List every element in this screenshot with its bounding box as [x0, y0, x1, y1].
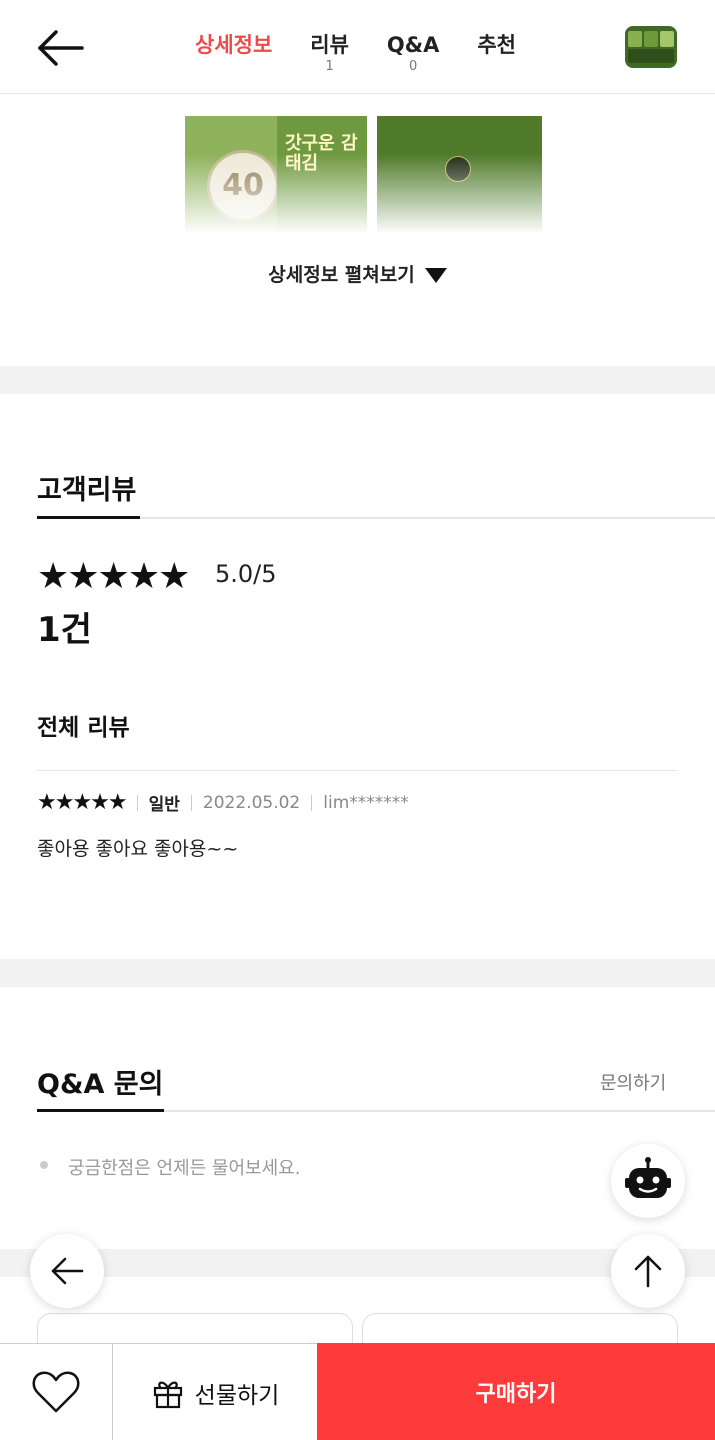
scroll-top-button[interactable]: [611, 1234, 685, 1308]
qa-title: Q&A 문의: [37, 1069, 164, 1100]
section-divider: [0, 1249, 715, 1277]
tab-label: 리뷰: [310, 33, 349, 57]
arrow-up-icon: [634, 1255, 662, 1288]
tab-qa[interactable]: Q&A 0: [387, 30, 439, 74]
tab-count: 0: [408, 59, 418, 74]
back-button[interactable]: [34, 26, 90, 70]
top-header: 상세정보 리뷰 1 Q&A 0 추천: [0, 0, 715, 94]
buy-button[interactable]: 구매하기: [317, 1343, 715, 1440]
tab-review[interactable]: 리뷰 1: [310, 30, 349, 74]
product-detail-image: 40 갓구운 감태김: [165, 94, 555, 234]
review-stars: ★★★★★: [37, 790, 128, 815]
arrow-left-icon: [51, 1257, 84, 1285]
review-divider: [37, 770, 678, 771]
triangle-down-icon: [424, 268, 447, 283]
tab-label: 상세정보: [195, 33, 273, 57]
chatbot-icon: [625, 1157, 671, 1198]
review-meta: ★★★★★ 일반 2022.05.02 lim*******: [37, 790, 409, 815]
tab-label: 추천: [477, 33, 516, 57]
history-back-button[interactable]: [30, 1234, 104, 1308]
tab-count: 1: [325, 59, 334, 74]
rating-score: 5.0/5: [215, 560, 277, 588]
heart-icon: [32, 1371, 80, 1413]
reviews-title: 고객리뷰: [37, 475, 137, 506]
expand-detail-button[interactable]: 상세정보 펼쳐보기: [0, 260, 715, 287]
wishlist-button[interactable]: [0, 1344, 113, 1440]
gift-label: 선물하기: [194, 1382, 280, 1409]
gift-button[interactable]: 선물하기: [113, 1344, 317, 1440]
section-divider: [0, 366, 715, 394]
back-arrow-icon: [38, 30, 84, 66]
chatbot-button[interactable]: [611, 1144, 685, 1218]
gift-icon: [153, 1381, 182, 1408]
review-date: 2022.05.02: [202, 792, 301, 813]
section-divider: [0, 959, 715, 987]
expand-label: 상세정보 펼쳐보기: [268, 264, 415, 286]
qa-ask-link[interactable]: 문의하기: [600, 1069, 666, 1095]
rating-stars: ★★★★★: [37, 556, 190, 597]
qa-title-underline: [37, 1109, 715, 1112]
section-tabs: 상세정보 리뷰 1 Q&A 0 추천: [195, 30, 554, 74]
bottom-action-bar: 선물하기 구매하기: [0, 1343, 715, 1440]
bullet-icon: [40, 1161, 48, 1169]
product-thumbnail[interactable]: [625, 26, 677, 68]
review-user: lim*******: [323, 792, 409, 813]
review-type: 일반: [148, 795, 180, 815]
reviews-title-underline: [37, 516, 715, 519]
review-text: 좋아용 좋아요 좋아용~~: [37, 838, 239, 860]
all-reviews-heading: 전체 리뷰: [37, 715, 130, 741]
tab-detail[interactable]: 상세정보: [195, 30, 272, 74]
qa-empty-text: 궁금한점은 언제든 물어보세요.: [68, 1158, 301, 1179]
review-count: 1건: [37, 610, 92, 650]
tab-recommend[interactable]: 추천: [477, 30, 516, 74]
tab-label: Q&A: [386, 33, 440, 57]
